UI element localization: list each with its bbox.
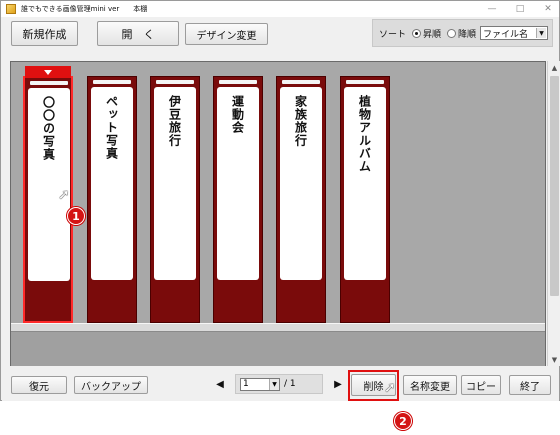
- app-window: 誰でもできる画像管理mini ver 本棚 — □ ✕ 新規作成 開 く デザイ…: [0, 0, 560, 401]
- open-button[interactable]: 開 く: [97, 21, 179, 46]
- binder-label: 家族旅行: [280, 87, 322, 280]
- binder-label-text: ペット写真: [104, 95, 119, 160]
- binder-top-strip: [93, 80, 131, 84]
- mouse-pointer-icon: ➚: [58, 187, 70, 203]
- mouse-pointer-icon: ➚: [384, 380, 396, 396]
- page-select[interactable]: 1 ▼: [240, 377, 280, 391]
- binder-3[interactable]: 運動会: [213, 76, 263, 323]
- binder-label-text: 伊豆旅行: [167, 95, 182, 147]
- callout-badge-2: 2: [394, 412, 412, 430]
- binder-1[interactable]: ペット写真: [87, 76, 137, 323]
- binder-label-text: 植物アルバム: [357, 95, 372, 173]
- new-button[interactable]: 新規作成: [11, 21, 78, 46]
- binder-top-strip: [219, 80, 257, 84]
- rename-button[interactable]: 名称変更: [403, 375, 457, 395]
- binder-label-text: 運動会: [230, 95, 245, 134]
- binder-2[interactable]: 伊豆旅行: [150, 76, 200, 323]
- scroll-thumb[interactable]: [550, 76, 559, 296]
- binder-label: 〇〇の写真: [28, 88, 70, 281]
- binder-label: ペット写真: [91, 87, 133, 280]
- binder-4[interactable]: 家族旅行: [276, 76, 326, 323]
- sort-label: ソート: [379, 29, 407, 40]
- shelf-rail: [11, 323, 545, 332]
- close-icon[interactable]: ✕: [541, 4, 555, 14]
- chevron-down-icon: ▼: [536, 28, 547, 38]
- restore-button[interactable]: 復元: [11, 376, 67, 394]
- binder-label: 運動会: [217, 87, 259, 280]
- binder-top-strip: [282, 80, 320, 84]
- design-change-button[interactable]: デザイン変更: [185, 23, 268, 45]
- backup-button[interactable]: バックアップ: [74, 376, 148, 394]
- window-title: 誰でもできる画像管理mini ver 本棚: [21, 5, 148, 13]
- binder-5[interactable]: 植物アルバム: [340, 76, 390, 323]
- selected-marker-icon: [25, 66, 71, 78]
- callout-badge-1: 1: [67, 207, 85, 225]
- page-current: 1: [243, 379, 249, 389]
- maximize-icon[interactable]: □: [513, 4, 527, 14]
- binder-top-strip: [346, 80, 384, 84]
- sort-asc-label: 昇順: [423, 29, 442, 40]
- chevron-down-icon: ▼: [269, 378, 279, 390]
- scroll-up-icon[interactable]: ▲: [548, 61, 560, 74]
- vertical-scrollbar[interactable]: ▲ ▼: [547, 61, 560, 366]
- bookshelf: 〇〇の写真 ペット写真 伊豆旅行 運動会 家族旅行 植物アルバム: [10, 61, 546, 366]
- binder-label-text: 家族旅行: [293, 95, 308, 147]
- sort-panel: ソート 昇順 降順 ファイル名 ▼: [372, 19, 553, 47]
- copy-button[interactable]: コピー: [461, 375, 501, 395]
- next-page-icon[interactable]: ▶: [332, 377, 344, 391]
- shelf-lower-area: [11, 332, 545, 366]
- binder-label: 植物アルバム: [344, 87, 386, 280]
- binder-label: 伊豆旅行: [154, 87, 196, 280]
- sort-desc-label: 降順: [458, 29, 477, 40]
- exit-button[interactable]: 終了: [509, 375, 551, 395]
- sort-field-value: ファイル名: [483, 29, 529, 40]
- sort-asc-radio[interactable]: [412, 28, 422, 38]
- title-bar: 誰でもできる画像管理mini ver 本棚 — □ ✕: [1, 1, 559, 17]
- page-navigator: 1 ▼ / 1: [235, 374, 323, 394]
- binder-label-text: 〇〇の写真: [41, 96, 56, 161]
- sort-desc-radio[interactable]: [447, 28, 457, 38]
- sort-field-select[interactable]: ファイル名 ▼: [480, 26, 549, 40]
- page-total: / 1: [284, 379, 296, 389]
- binder-top-strip: [30, 81, 68, 85]
- window-controls: — □ ✕: [485, 1, 555, 17]
- scroll-down-icon[interactable]: ▼: [548, 353, 560, 366]
- minimize-icon[interactable]: —: [485, 4, 499, 14]
- app-icon: [6, 4, 16, 14]
- binder-top-strip: [156, 80, 194, 84]
- prev-page-icon[interactable]: ◀: [214, 377, 226, 391]
